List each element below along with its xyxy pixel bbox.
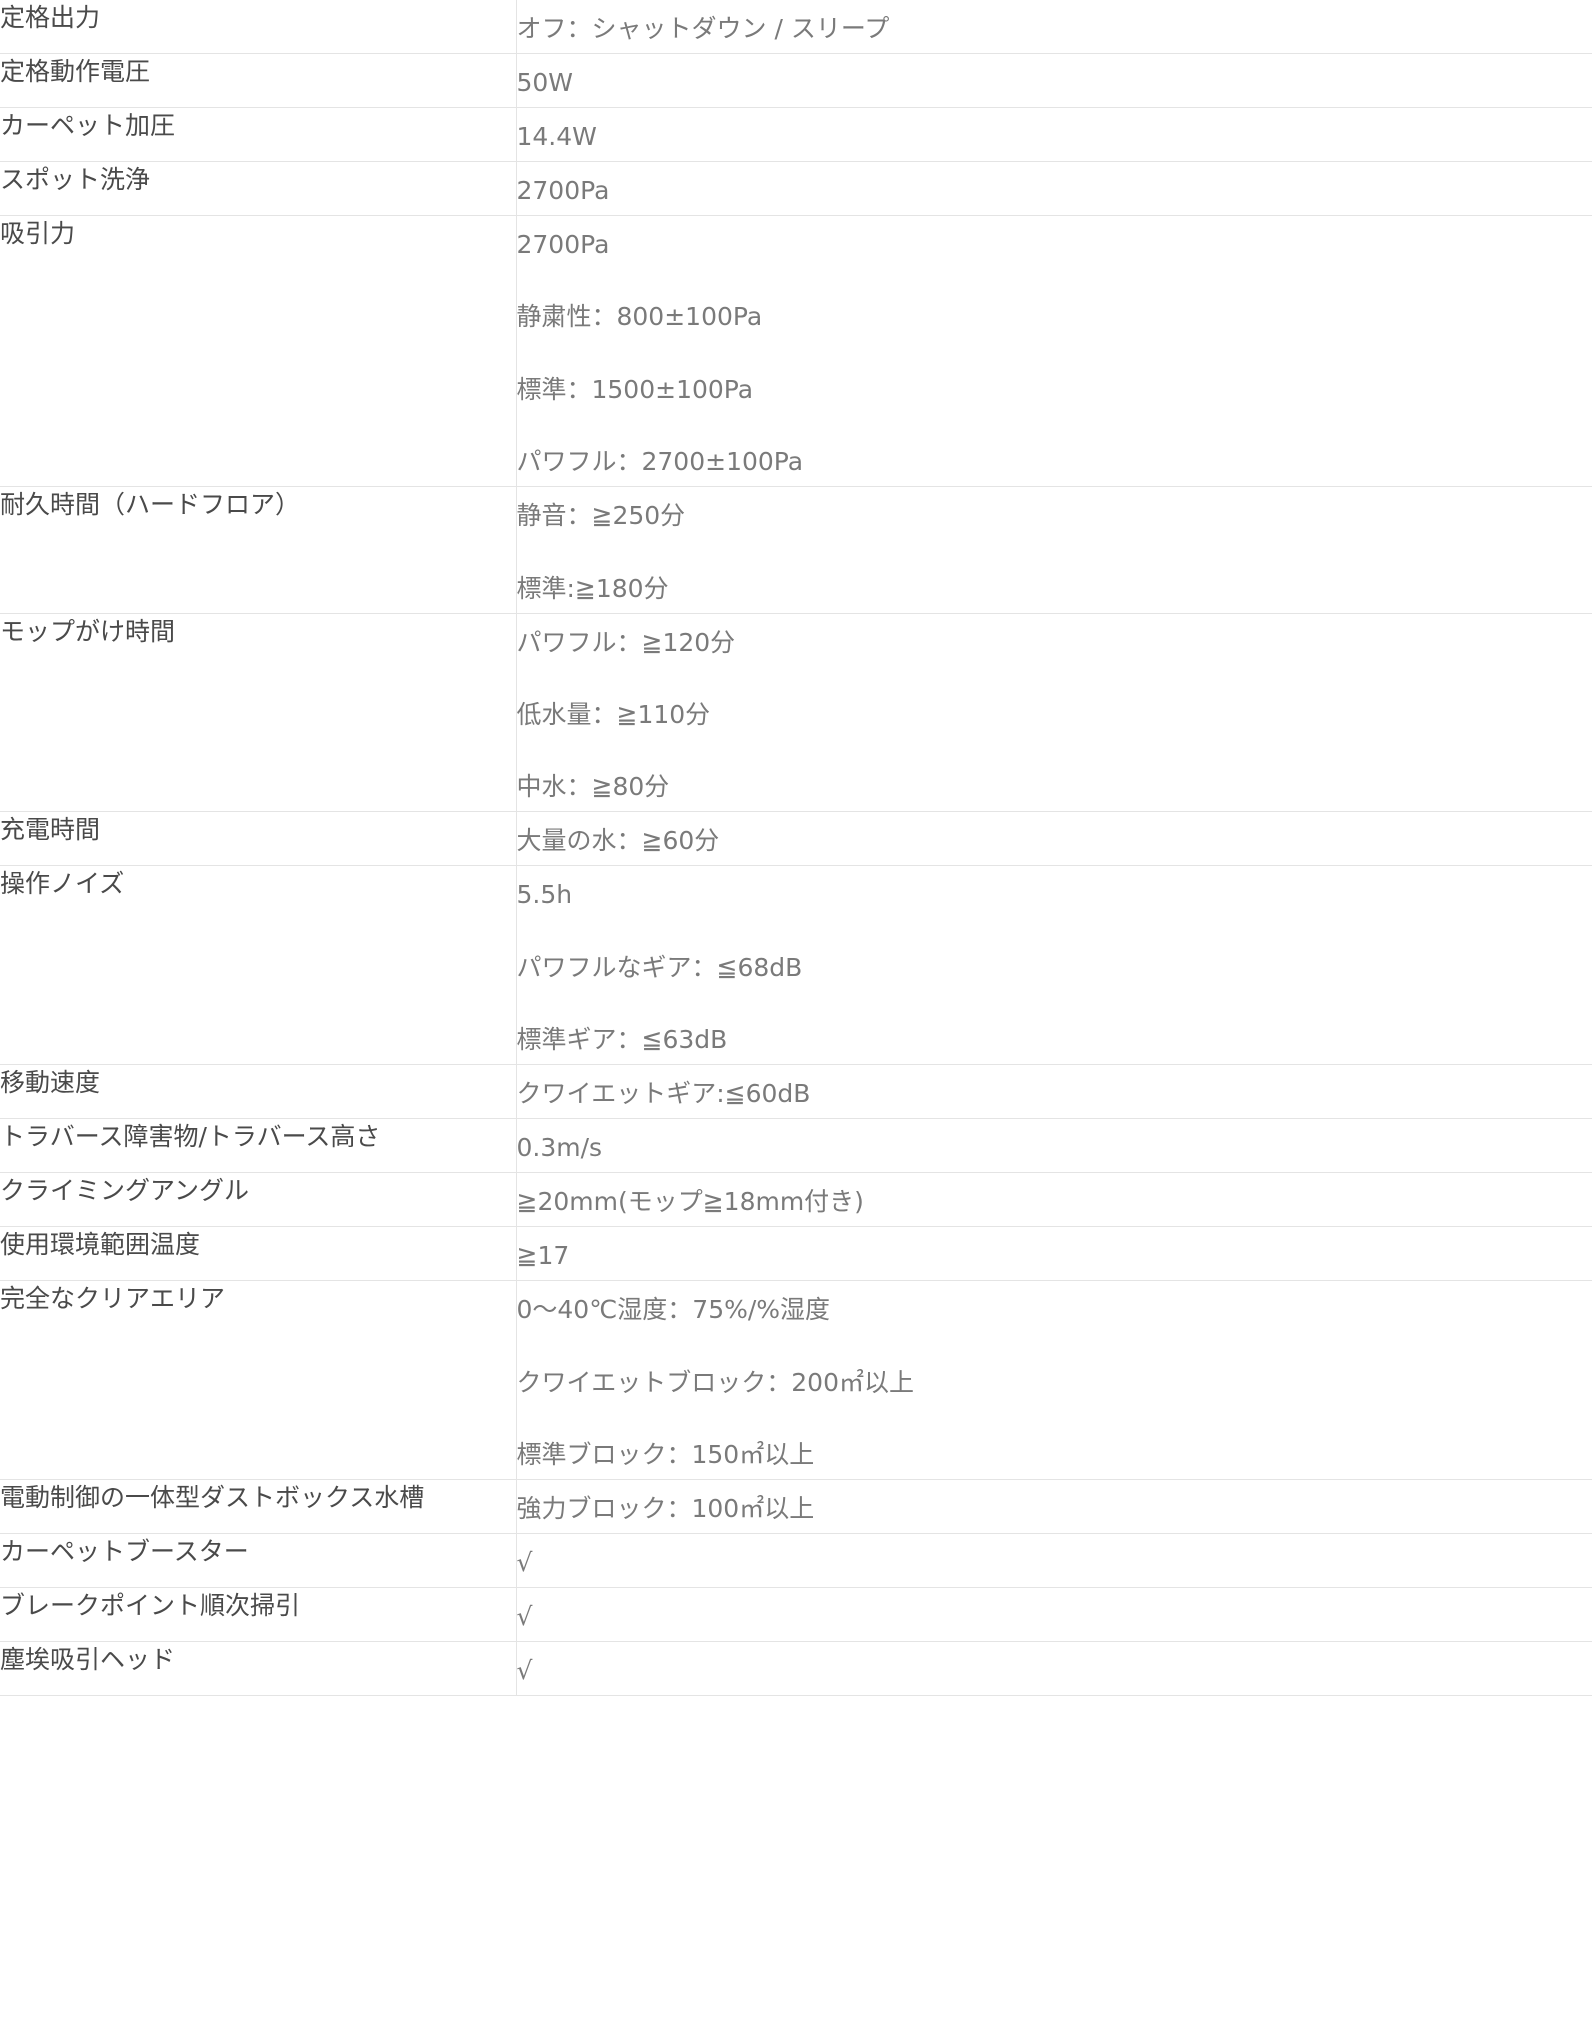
table-row: 使用環境範囲温度 ≧17 — [0, 1226, 1592, 1281]
spec-label: スポット洗浄 — [0, 161, 517, 216]
table-row: 完全なクリアエリア 0～40℃湿度：75%/%湿度クワイエットブロック：200㎡以… — [0, 1280, 1592, 1480]
spec-label: 耐久時間（ハードフロア） — [0, 486, 517, 614]
spec-label: 電動制御の一体型ダストボックス水槽 — [0, 1479, 517, 1534]
table-row: 耐久時間（ハードフロア） 静音：≧250分 標準:≧180分 — [0, 486, 1592, 614]
spec-value: 5.5h パワフルなギア：≦68dB 標準ギア：≦63dB — [516, 866, 1592, 1065]
table-row: トラバース障害物/トラバース高さ 0.3m/s — [0, 1118, 1592, 1173]
spec-value: √ — [516, 1587, 1592, 1641]
spec-value-line: √ — [516, 1601, 533, 1631]
spec-label: 吸引力 — [0, 215, 517, 487]
table-row: 吸引力 2700Pa 静粛性：800±100Pa 標準：1500±100Pa パワフル：… — [0, 215, 1592, 487]
spec-value-line: 標準:≧180分 — [516, 573, 669, 603]
spec-value-line: 標準：1500±100Pa — [516, 374, 754, 404]
table-row: 塵埃吸引ヘッド √ — [0, 1641, 1592, 1696]
spec-label: ブレークポイント順次掃引 — [0, 1587, 517, 1642]
table-row: カーペットブースター √ — [0, 1533, 1592, 1588]
table-row: 電動制御の一体型ダストボックス水槽 強力ブロック：100㎡以上 — [0, 1479, 1592, 1534]
spec-label: カーペットブースター — [0, 1533, 517, 1588]
spec-value-line: 強力ブロック：100㎡以上 — [516, 1493, 815, 1523]
spec-value: オフ：シャットダウン / スリープ — [516, 0, 1592, 54]
spec-value-line: √ — [516, 1655, 533, 1685]
spec-value: 静音：≧250分 標準:≧180分 — [516, 487, 1592, 613]
table-row: カーペット加圧 14.4W — [0, 107, 1592, 162]
spec-value-line: 静粛性：800±100Pa — [516, 302, 763, 332]
spec-value: 大量の水：≧60分 — [516, 812, 1592, 866]
spec-value-line: パワフルなギア：≦68dB — [516, 952, 803, 982]
spec-value-line: 2700Pa — [516, 230, 610, 259]
table-row: 移動速度 クワイエットギア:≦60dB — [0, 1064, 1592, 1119]
table-row: ブレークポイント順次掃引 √ — [0, 1587, 1592, 1642]
spec-value-line: 0～40℃湿度：75%/%湿度 — [516, 1295, 831, 1325]
spec-value-line: 静音：≧250分 — [516, 501, 686, 531]
spec-value: 0～40℃湿度：75%/%湿度クワイエットブロック：200㎡以上 標準ブロック：1… — [516, 1281, 1592, 1480]
spec-value-line: クワイエットギア:≦60dB — [516, 1079, 811, 1109]
spec-value: パワフル：≧120分 低水量：≧110分 中水：≧80分 — [516, 613, 1592, 812]
spec-value: クワイエットギア:≦60dB — [516, 1065, 1592, 1119]
spec-value-line: 0.3m/s — [516, 1133, 603, 1163]
spec-value: 0.3m/s — [516, 1119, 1592, 1173]
spec-value: √ — [516, 1533, 1592, 1587]
spec-label: 充電時間 — [0, 811, 517, 866]
table-row: 定格動作電圧 50W — [0, 53, 1592, 108]
spec-label: 移動速度 — [0, 1064, 517, 1119]
spec-value-line: √ — [516, 1547, 533, 1577]
spec-value-line: 低水量：≧110分 — [516, 699, 711, 729]
spec-value-line: オフ：シャットダウン / スリープ — [516, 14, 890, 43]
spec-value-line: パワフル：≧120分 — [516, 627, 736, 657]
spec-value-line: 中水：≧80分 — [516, 772, 670, 802]
spec-value: √ — [516, 1641, 1592, 1695]
spec-label: 使用環境範囲温度 — [0, 1226, 517, 1281]
spec-value-line: ≧20mm(モップ≧18mm付き) — [516, 1187, 864, 1217]
spec-label: カーペット加圧 — [0, 107, 517, 162]
table-row: 定格出力 オフ：シャットダウン / スリープ — [0, 0, 1592, 54]
spec-value-line: 大量の水：≧60分 — [516, 826, 720, 856]
spec-table: 定格出力 オフ：シャットダウン / スリープ 定格動作電圧 50W カーペット加圧 14.… — [0, 0, 1592, 1696]
spec-label: 操作ノイズ — [0, 865, 517, 1065]
spec-label: クライミングアングル — [0, 1172, 517, 1227]
spec-label: 完全なクリアエリア — [0, 1280, 517, 1480]
table-row: 操作ノイズ 5.5h パワフルなギア：≦68dB 標準ギア：≦63dB — [0, 865, 1592, 1065]
spec-table-body: 定格出力 オフ：シャットダウン / スリープ 定格動作電圧 50W カーペット加圧 14.… — [0, 0, 1592, 1696]
spec-label: モップがけ時間 — [0, 613, 517, 812]
spec-value-line: 標準ブロック：150㎡以上 — [516, 1439, 815, 1469]
spec-value: 2700Pa 静粛性：800±100Pa 標準：1500±100Pa パワフル：270… — [516, 216, 1592, 487]
spec-value-line: 5.5h — [516, 880, 573, 910]
spec-value: 強力ブロック：100㎡以上 — [516, 1479, 1592, 1533]
spec-value: ≧17 — [516, 1227, 1592, 1281]
table-row: モップがけ時間 パワフル：≧120分 低水量：≧110分 中水：≧80分 — [0, 613, 1592, 812]
spec-value: 14.4W — [516, 108, 1592, 162]
table-row: 充電時間 大量の水：≧60分 — [0, 811, 1592, 866]
spec-value-line: パワフル：2700±100Pa — [516, 447, 804, 477]
spec-label: トラバース障害物/トラバース高さ — [0, 1118, 517, 1173]
spec-value-line: 14.4W — [516, 122, 597, 151]
spec-label: 塵埃吸引ヘッド — [0, 1641, 517, 1696]
spec-value-line: 標準ギア：≦63dB — [516, 1025, 728, 1055]
spec-value: ≧20mm(モップ≧18mm付き) — [516, 1173, 1592, 1227]
spec-value-line: ≧17 — [516, 1241, 570, 1271]
spec-value-line: 2700Pa — [516, 176, 610, 205]
spec-label: 定格出力 — [0, 0, 517, 54]
spec-value-line: 50W — [516, 68, 574, 97]
spec-value: 50W — [516, 54, 1592, 108]
spec-value: 2700Pa — [516, 162, 1592, 216]
table-row: クライミングアングル ≧20mm(モップ≧18mm付き) — [0, 1172, 1592, 1227]
table-row: スポット洗浄 2700Pa — [0, 161, 1592, 216]
spec-value-line: クワイエットブロック：200㎡以上 — [516, 1367, 914, 1397]
spec-label: 定格動作電圧 — [0, 53, 517, 108]
